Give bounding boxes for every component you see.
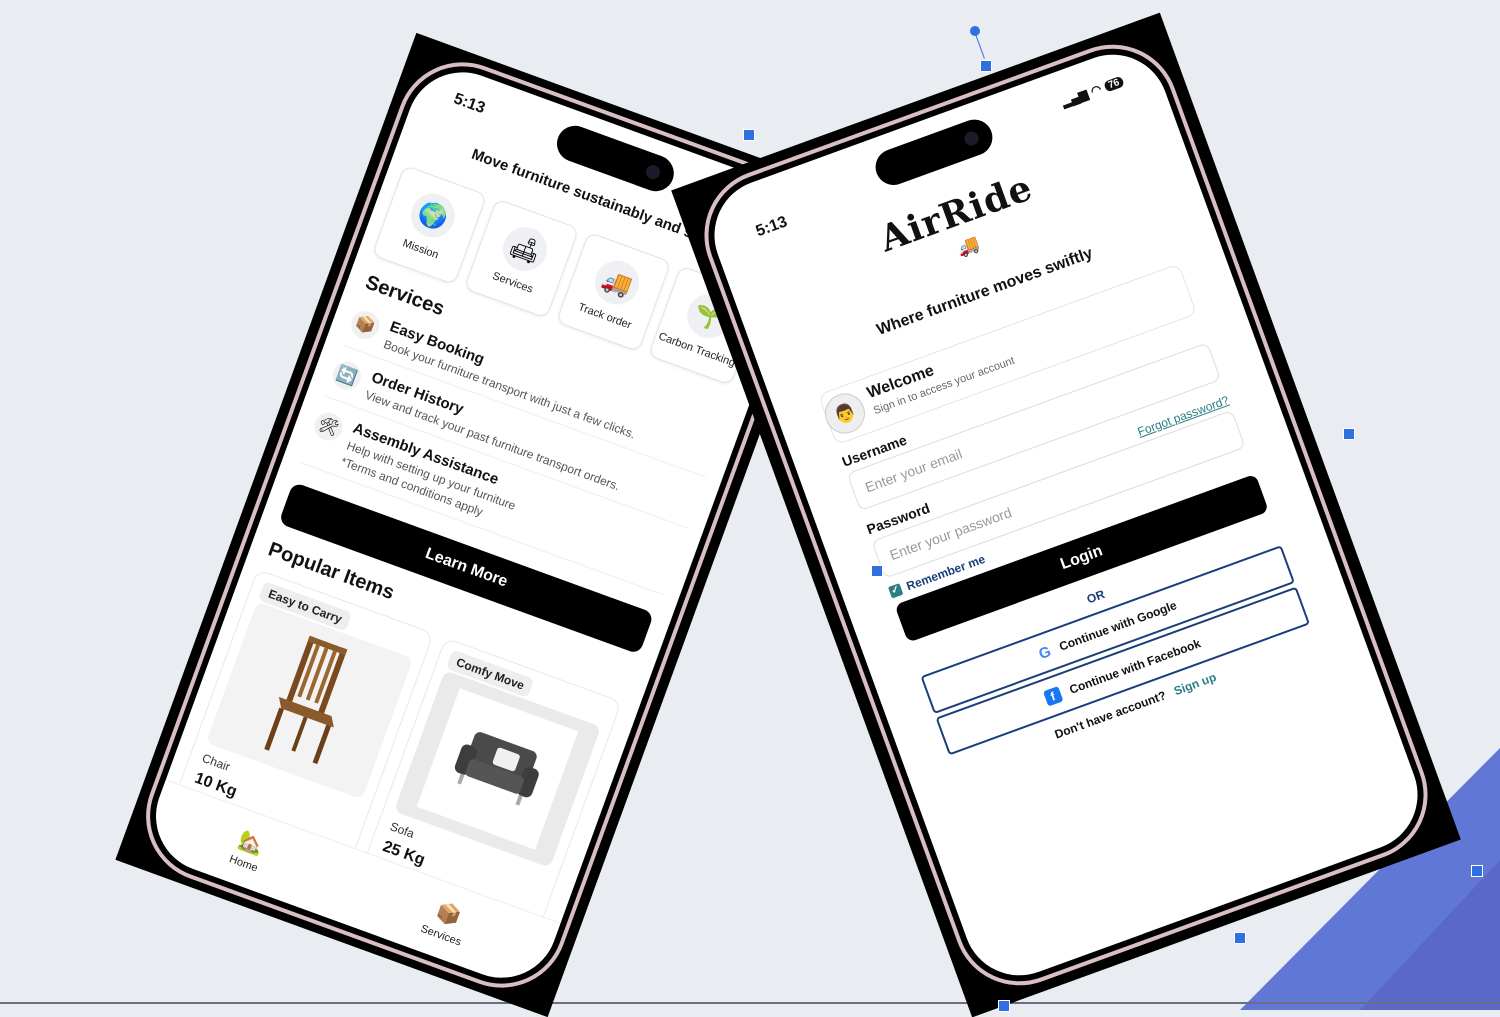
resize-handle-top-left[interactable] xyxy=(743,129,755,141)
canvas-bottom-edge xyxy=(0,1002,1500,1004)
facebook-icon: f xyxy=(1042,686,1064,707)
rotate-handle-line xyxy=(975,33,985,59)
status-time: 5:13 xyxy=(753,213,790,241)
category-label: Mission xyxy=(400,237,441,262)
item-name: Sofa xyxy=(388,819,417,841)
sofa-image xyxy=(393,670,602,868)
sofa-icon: 🛋 xyxy=(496,220,554,278)
house-icon: 🏡 xyxy=(235,828,267,858)
truck-icon: 🚚 xyxy=(588,254,646,311)
wifi-icon: ◠ xyxy=(1088,81,1104,99)
phone-mockup-login[interactable]: 5:13 ▂▄▆ ◠ 76 AirRide 🚚 Where furniture … xyxy=(671,12,1461,1017)
google-icon: G xyxy=(1036,642,1054,663)
category-services[interactable]: 🛋 Services xyxy=(463,198,580,319)
signal-icon: ▂▄▆ xyxy=(1059,86,1090,110)
tab-services[interactable]: 📦 Services xyxy=(419,895,473,948)
refresh-icon: 🔄 xyxy=(328,357,365,394)
resize-handle-left[interactable] xyxy=(871,565,883,577)
corner-decoration-dark xyxy=(1360,860,1500,1010)
avatar: 👨 xyxy=(819,387,871,440)
battery-icon: 76 xyxy=(1102,75,1125,93)
checkbox-checked-icon[interactable]: ✓ xyxy=(887,583,904,599)
login-screen: 5:13 ▂▄▆ ◠ 76 AirRide 🚚 Where furniture … xyxy=(698,38,1434,992)
category-mission[interactable]: 🌍 Mission xyxy=(371,164,488,286)
tools-icon: 🛠 xyxy=(310,408,347,445)
chair-image xyxy=(205,601,414,800)
resize-handle-right[interactable] xyxy=(1343,428,1355,440)
category-label: Services xyxy=(490,270,535,296)
box-icon: 📦 xyxy=(433,899,464,930)
resize-handle-bottom[interactable] xyxy=(1234,932,1246,944)
signup-link[interactable]: Sign up xyxy=(1172,670,1218,698)
tab-home[interactable]: 🏡 Home xyxy=(228,825,270,874)
category-label: Track order xyxy=(576,301,634,332)
item-name: Chair xyxy=(200,750,232,774)
resize-handle-top[interactable] xyxy=(980,60,992,72)
category-track-order[interactable]: 🚚 Track order xyxy=(555,231,672,353)
resize-handle-bottom-right[interactable] xyxy=(1471,865,1483,877)
globe-icon: 🌍 xyxy=(404,187,462,244)
status-time: 5:13 xyxy=(451,90,488,118)
box-icon: 📦 xyxy=(347,307,384,343)
dynamic-island xyxy=(870,114,998,191)
status-icons: ▂▄▆ ◠ 76 xyxy=(1060,74,1125,109)
resize-handle-bottom-left[interactable] xyxy=(998,1000,1010,1012)
